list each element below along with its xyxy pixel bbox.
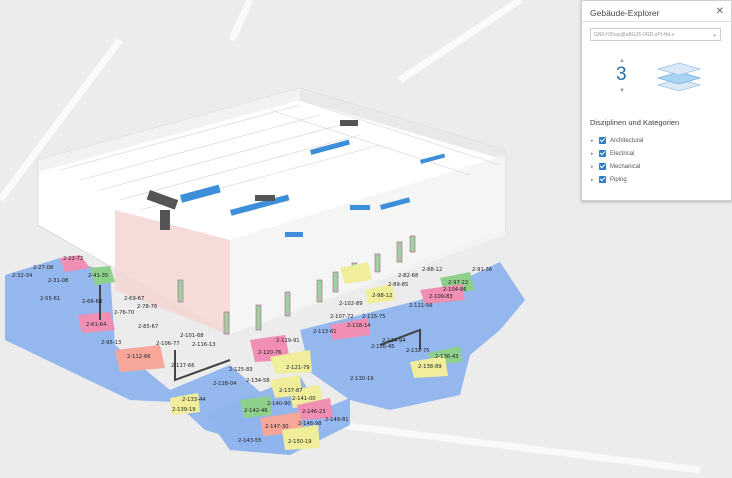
category-list: ▸ Architectural ▸ Electrical ▸ Mechanica… (591, 134, 643, 186)
room-label: 2-61-64 (86, 322, 107, 328)
chevron-right-icon[interactable]: ▸ (591, 138, 599, 144)
room-label: 2-118-14 (347, 323, 371, 329)
room-label: 2-82-68 (398, 273, 418, 279)
room-label: 2-111-56 (409, 303, 433, 309)
room-label: 2-55-61 (40, 296, 60, 302)
close-icon[interactable]: ✕ (716, 6, 724, 17)
room-label: 2-148-98 (298, 421, 322, 427)
room-label: 2-139-19 (172, 407, 196, 413)
room-label: 2-76-70 (114, 310, 134, 316)
room-label: 2-66-68 (82, 299, 102, 305)
room-label: 2-32-34 (12, 273, 33, 279)
building-select-value: GN0-H2hap@aBG35-0GD-zPl-Hd-s (594, 32, 675, 38)
room-label: 2-116-13 (192, 342, 216, 348)
room-label: 2-150-19 (288, 439, 312, 445)
room-label: 2-146-23 (302, 409, 326, 415)
room-label: 2-134-58 (246, 378, 270, 384)
room-label: 2-107-72 (330, 314, 354, 320)
checkbox-icon[interactable] (599, 163, 606, 170)
room-label: 2-128-04 (213, 381, 237, 387)
room-label: 2-120-76 (258, 350, 282, 356)
room-label: 2-41-35 (88, 273, 108, 279)
category-label: Electrical (610, 150, 635, 157)
level-number: 3 (616, 64, 627, 85)
room-label: 2-119-91 (276, 338, 300, 344)
room-label: 2-126-45 (371, 344, 395, 350)
room-label: 2-106-77 (156, 341, 180, 347)
room-label: 2-69-67 (124, 296, 144, 302)
panel-divider (582, 21, 731, 22)
room-label: 2-133-44 (182, 397, 206, 403)
room-label: 2-109-83 (429, 294, 453, 300)
checkbox-icon[interactable] (599, 137, 606, 144)
room-label: 2-121-79 (286, 365, 310, 371)
panel-title: Gebäude-Explorer (590, 8, 660, 18)
room-label: 2-101-68 (180, 333, 204, 339)
chevron-right-icon[interactable]: ▸ (591, 164, 599, 170)
room-label: 2-97-22 (448, 280, 468, 286)
checkbox-icon[interactable] (599, 150, 606, 157)
room-label: 2-137-87 (279, 388, 303, 394)
room-label: 2-102-89 (339, 301, 363, 307)
room-label: 2-149-81 (325, 417, 349, 423)
floor-stack-icon[interactable] (656, 59, 702, 93)
room-label: 2-142-46 (244, 408, 268, 414)
category-item-architectural: ▸ Architectural (591, 134, 643, 147)
room-label: 2-140-90 (267, 401, 291, 407)
room-label: 2-147-30 (265, 424, 289, 430)
building-explorer-panel: Gebäude-Explorer ✕ GN0-H2hap@aBG35-0GD-z… (581, 0, 732, 201)
room-label: 2-27-08 (33, 265, 53, 271)
chevron-down-icon: ⌄ (711, 32, 717, 38)
room-label: 2-88-12 (422, 267, 442, 273)
category-label: Mechanical (610, 163, 641, 170)
room-label: 2-78-76 (137, 304, 157, 310)
room-label: 2-115-75 (362, 314, 386, 320)
room-label: 2-22-72 (63, 256, 83, 262)
room-label: 2-141-00 (292, 396, 316, 402)
checkbox-icon[interactable] (599, 176, 606, 183)
room-label: 2-117-66 (171, 363, 195, 369)
room-label: 2-89-85 (388, 282, 408, 288)
room-label: 2-136-43 (435, 354, 459, 360)
chevron-down-icon[interactable]: ▼ (619, 88, 625, 94)
section-title: Disziplinen und Kategorien (590, 118, 680, 127)
room-label: 2-130-19 (350, 376, 374, 382)
room-label: 2-85-67 (138, 324, 158, 330)
room-label: 2-91-36 (472, 267, 492, 273)
room-label: 2-31-08 (48, 278, 68, 284)
chevron-right-icon[interactable]: ▸ (591, 151, 599, 157)
room-label: 2-98-12 (372, 293, 392, 299)
category-item-mechanical: ▸ Mechanical (591, 160, 643, 173)
building-select[interactable]: GN0-H2hap@aBG35-0GD-zPl-Hd-s ⌄ (590, 28, 721, 41)
room-label: 2-132-75 (406, 348, 430, 354)
category-item-electrical: ▸ Electrical (591, 147, 643, 160)
category-label: Architectural (610, 137, 644, 144)
room-label: 2-125-83 (229, 367, 253, 373)
room-label: 2-138-89 (418, 364, 442, 370)
room-label: 2-143-55 (238, 438, 262, 444)
room-label: 2-104-86 (443, 287, 467, 293)
room-label: 2-95-13 (101, 340, 121, 346)
category-item-piping: ▸ Piping (591, 173, 643, 186)
category-label: Piping (610, 176, 627, 183)
room-label: 2-113-61 (313, 329, 337, 335)
room-label: 2-112-66 (127, 354, 151, 360)
chevron-right-icon[interactable]: ▸ (591, 177, 599, 183)
